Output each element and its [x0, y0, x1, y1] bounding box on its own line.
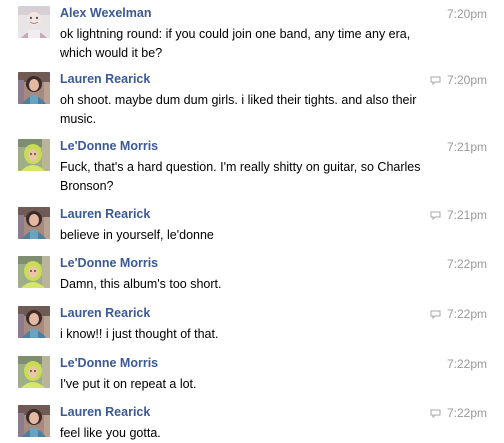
- author-name[interactable]: Lauren Rearick: [60, 72, 150, 87]
- author-name[interactable]: Le'Donne Morris: [60, 139, 158, 154]
- message-text: oh shoot. maybe dum dum girls. i liked t…: [60, 93, 417, 126]
- speech-bubble-icon[interactable]: [430, 211, 441, 220]
- message-text: i know!! i just thought of that.: [60, 327, 219, 341]
- message-text: ok lightning round: if you could join on…: [60, 27, 411, 60]
- avatar-lauren[interactable]: [18, 72, 50, 104]
- timestamp: 7:21pm: [446, 208, 487, 222]
- author-name[interactable]: Lauren Rearick: [60, 207, 150, 222]
- timestamp: 7:22pm: [446, 257, 487, 271]
- author-name[interactable]: Le'Donne Morris: [60, 356, 158, 371]
- avatar-ledonne[interactable]: [18, 256, 50, 288]
- avatar-ledonne[interactable]: [18, 139, 50, 171]
- avatar-alex[interactable]: [18, 6, 50, 38]
- message-text: believe in yourself, le'donne: [60, 228, 214, 242]
- avatar-ledonne[interactable]: [18, 356, 50, 388]
- timestamp: 7:22pm: [446, 406, 487, 420]
- avatar-lauren[interactable]: [18, 207, 50, 239]
- message-thread: Alex Wexelman 7:20pm ok lightning round:…: [0, 0, 504, 441]
- timestamp: 7:20pm: [446, 73, 487, 87]
- author-name[interactable]: Le'Donne Morris: [60, 256, 158, 271]
- timestamp: 7:22pm: [446, 357, 487, 371]
- avatar-lauren[interactable]: [18, 306, 50, 338]
- message-text: Fuck, that's a hard question. I'm really…: [60, 160, 421, 193]
- speech-bubble-icon[interactable]: [430, 409, 441, 418]
- timestamp: 7:21pm: [446, 140, 487, 154]
- message-text: Damn, this album's too short.: [60, 277, 222, 291]
- timestamp: 7:20pm: [446, 7, 487, 21]
- message-text: I've put it on repeat a lot.: [60, 377, 197, 391]
- avatar-lauren[interactable]: [18, 405, 50, 437]
- author-name[interactable]: Lauren Rearick: [60, 405, 150, 420]
- message-text: feel like you gotta.: [60, 426, 161, 440]
- speech-bubble-icon[interactable]: [430, 76, 441, 85]
- speech-bubble-icon[interactable]: [430, 310, 441, 319]
- timestamp: 7:22pm: [446, 307, 487, 321]
- author-name[interactable]: Alex Wexelman: [60, 6, 151, 21]
- author-name[interactable]: Lauren Rearick: [60, 306, 150, 321]
